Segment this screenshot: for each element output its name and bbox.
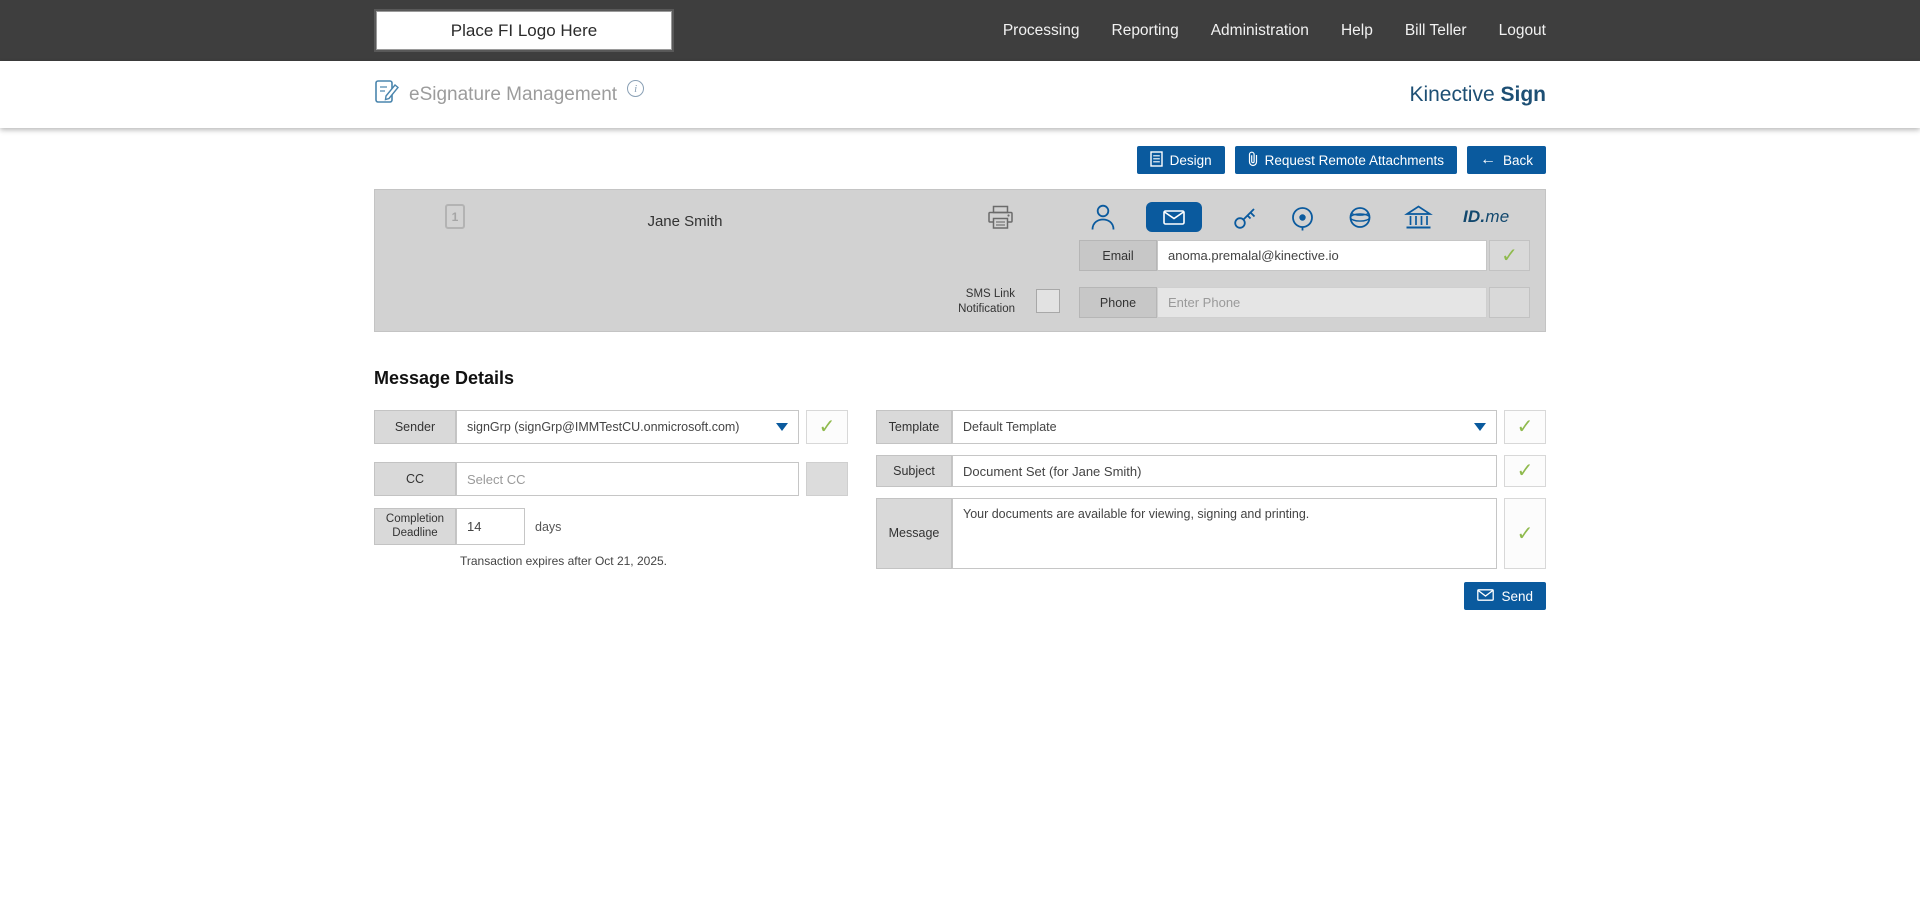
brand-name: Kinective — [1409, 83, 1494, 106]
recipient-name: Jane Smith — [600, 213, 770, 230]
deadline-unit-label: days — [535, 520, 561, 534]
phone-input[interactable] — [1157, 287, 1487, 318]
email-row: Email ✓ — [1079, 240, 1530, 271]
cc-input[interactable] — [456, 462, 799, 496]
template-valid-cell: ✓ — [1504, 410, 1546, 444]
phone-label: Phone — [1079, 287, 1157, 318]
fi-logo-text: Place FI Logo Here — [451, 21, 597, 41]
main-content: Design Request Remote Attachments ← Back… — [374, 146, 1546, 610]
phone-row: Phone — [1079, 287, 1530, 318]
send-button-label: Send — [1501, 589, 1533, 604]
sender-row: Sender signGrp (signGrp@IMMTestCU.onmicr… — [374, 410, 848, 444]
bank-branch-icon[interactable] — [1404, 204, 1433, 231]
design-button[interactable]: Design — [1137, 146, 1225, 174]
print-icon[interactable] — [987, 205, 1014, 235]
subject-row: Subject ✓ — [876, 455, 1546, 487]
email-valid-cell: ✓ — [1489, 240, 1530, 271]
nav-logout[interactable]: Logout — [1499, 22, 1546, 40]
chevron-down-icon — [1474, 423, 1486, 431]
message-details-form: Sender signGrp (signGrp@IMMTestCU.onmicr… — [374, 410, 1546, 610]
nav-processing[interactable]: Processing — [1003, 22, 1080, 40]
email-label: Email — [1079, 240, 1157, 271]
location-auth-icon[interactable] — [1289, 204, 1316, 231]
template-label: Template — [876, 410, 952, 444]
template-dropdown[interactable]: Default Template — [952, 410, 1497, 444]
message-textarea[interactable]: Your documents are available for viewing… — [952, 498, 1497, 569]
key-auth-icon[interactable] — [1232, 204, 1259, 231]
request-remote-attachments-label: Request Remote Attachments — [1265, 153, 1444, 168]
nav-help[interactable]: Help — [1341, 22, 1373, 40]
template-valid-check-icon: ✓ — [1517, 417, 1534, 437]
info-icon[interactable]: i — [627, 80, 644, 97]
send-button[interactable]: Send — [1464, 582, 1546, 610]
expiration-note: Transaction expires after Oct 21, 2025. — [460, 554, 848, 568]
kinective-sign-logo: Kinective Sign — [1409, 83, 1546, 107]
idme-label-bold: ID. — [1463, 207, 1485, 227]
paperclip-icon — [1248, 151, 1258, 170]
sender-valid-check-icon: ✓ — [819, 417, 836, 437]
cc-label: CC — [374, 462, 456, 496]
completion-deadline-label: Completion Deadline — [374, 508, 456, 545]
send-envelope-icon — [1477, 589, 1494, 604]
app-header: eSignature Management i Kinective Sign — [0, 61, 1920, 128]
brand-product: Sign — [1501, 83, 1547, 106]
back-arrow-icon: ← — [1480, 152, 1496, 168]
email-input[interactable] — [1157, 240, 1487, 271]
nav-administration[interactable]: Administration — [1211, 22, 1309, 40]
design-document-icon — [1150, 151, 1163, 170]
email-valid-check-icon: ✓ — [1501, 246, 1518, 266]
idme-icon[interactable]: ID.me — [1463, 207, 1509, 227]
page-title: eSignature Management — [409, 84, 617, 106]
message-valid-cell: ✓ — [1504, 498, 1546, 569]
sender-value: signGrp (signGrp@IMMTestCU.onmicrosoft.c… — [467, 420, 739, 434]
message-details-heading: Message Details — [374, 368, 1546, 389]
phone-valid-cell — [1489, 287, 1530, 318]
template-value: Default Template — [963, 420, 1057, 434]
completion-deadline-row: Completion Deadline days — [374, 508, 848, 545]
top-navigation-bar: Place FI Logo Here Processing Reporting … — [0, 0, 1920, 61]
fi-logo-placeholder: Place FI Logo Here — [374, 9, 674, 52]
completion-deadline-input[interactable] — [456, 508, 525, 545]
message-label: Message — [876, 498, 952, 569]
in-person-delivery-icon[interactable] — [1090, 203, 1116, 231]
back-button[interactable]: ← Back — [1467, 146, 1546, 174]
chevron-down-icon — [776, 423, 788, 431]
message-valid-check-icon: ✓ — [1517, 524, 1534, 544]
sender-valid-cell: ✓ — [806, 410, 848, 444]
back-button-label: Back — [1503, 153, 1533, 168]
email-delivery-icon[interactable] — [1146, 202, 1202, 232]
idme-label-light: me — [1485, 207, 1509, 227]
cc-valid-cell — [806, 462, 848, 496]
template-row: Template Default Template ✓ — [876, 410, 1546, 444]
cc-row: CC — [374, 462, 848, 496]
globe-delivery-icon[interactable] — [1346, 204, 1374, 231]
top-nav: Processing Reporting Administration Help… — [1003, 22, 1546, 40]
sms-link-notification-label: SMS Link Notification — [875, 287, 1015, 317]
subject-label: Subject — [876, 455, 952, 487]
sender-dropdown[interactable]: signGrp (signGrp@IMMTestCU.onmicrosoft.c… — [456, 410, 799, 444]
esignature-document-icon — [374, 79, 399, 110]
sender-label: Sender — [374, 410, 456, 444]
nav-reporting[interactable]: Reporting — [1112, 22, 1179, 40]
sms-link-notification-checkbox[interactable] — [1036, 289, 1060, 313]
document-count-badge: 1 — [445, 204, 465, 229]
action-toolbar: Design Request Remote Attachments ← Back — [374, 146, 1546, 174]
design-button-label: Design — [1170, 153, 1212, 168]
request-remote-attachments-button[interactable]: Request Remote Attachments — [1235, 146, 1457, 174]
delivery-method-icons: ID.me — [1090, 200, 1509, 234]
subject-valid-check-icon: ✓ — [1517, 461, 1534, 481]
subject-input[interactable] — [952, 455, 1497, 487]
message-row: Message Your documents are available for… — [876, 498, 1546, 569]
nav-user-bill-teller[interactable]: Bill Teller — [1405, 22, 1467, 40]
recipient-panel: 1 Jane Smith — [374, 189, 1546, 332]
subject-valid-cell: ✓ — [1504, 455, 1546, 487]
